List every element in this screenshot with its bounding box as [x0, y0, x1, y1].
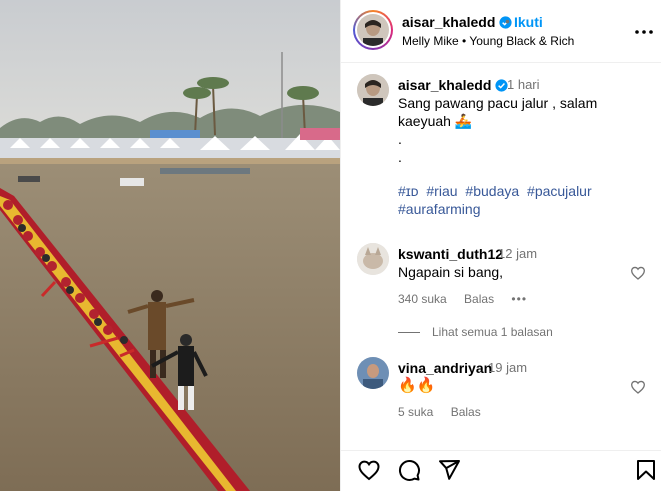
reply-divider-line: [398, 332, 420, 334]
comment-icon[interactable]: [397, 458, 421, 482]
comment-username[interactable]: vina_andriyan: [398, 360, 492, 376]
heart-icon[interactable]: [357, 458, 381, 482]
caption-username-text: aisar_khaledd: [398, 77, 492, 93]
comment-item: kswanti_duth12 12 jam Ngapain si bang, 3…: [341, 240, 661, 350]
author-avatar[interactable]: [353, 10, 393, 50]
comment-meta: 340 suka Balas •••: [398, 292, 541, 306]
view-replies-label: Lihat semua 1 balasan: [432, 325, 553, 339]
boat-race-image: [0, 0, 340, 491]
separator-dot: •: [505, 13, 510, 29]
post-header: aisar_khaledd • Ikuti Melly Mike • Young…: [341, 0, 661, 63]
caption-hashtags: #ɪᴅ #riau #budaya #pacujalur #aurafarmin…: [398, 182, 648, 218]
comment-timestamp[interactable]: 19 jam: [488, 360, 527, 375]
comment-text: 🔥🔥: [398, 377, 436, 394]
commenter-avatar[interactable]: [357, 243, 389, 275]
comments-scroll-area[interactable]: aisar_khaledd 1 hari Sang pawang pacu ja…: [341, 64, 661, 450]
commenter-avatar[interactable]: [357, 357, 389, 389]
avatar-cat-icon: [357, 243, 389, 275]
comment-reply-button[interactable]: Balas: [451, 405, 481, 419]
comment-like-count[interactable]: 5 suka: [398, 405, 433, 419]
hashtag-link[interactable]: #ɪᴅ: [398, 183, 419, 199]
comment-like-heart-icon[interactable]: [630, 379, 646, 395]
more-options-icon[interactable]: [634, 22, 654, 42]
avatar-portrait-icon: [357, 74, 389, 106]
comment-reply-button[interactable]: Balas: [464, 292, 494, 306]
avatar-photo-icon: [357, 357, 389, 389]
share-icon[interactable]: [437, 458, 461, 482]
hashtag-link[interactable]: #riau: [426, 183, 457, 199]
hashtag-link[interactable]: #aurafarming: [398, 201, 481, 217]
caption-timestamp[interactable]: 1 hari: [507, 77, 540, 92]
bookmark-icon[interactable]: [634, 458, 658, 482]
comment-username[interactable]: kswanti_duth12: [398, 246, 503, 262]
comment-more-icon[interactable]: •••: [511, 292, 527, 306]
author-username[interactable]: aisar_khaledd: [402, 14, 512, 30]
caption-username[interactable]: aisar_khaledd: [398, 77, 508, 93]
follow-button[interactable]: Ikuti: [514, 14, 543, 30]
view-replies-button[interactable]: Lihat semua 1 balasan: [398, 325, 553, 339]
comment-like-count[interactable]: 340 suka: [398, 292, 447, 306]
comment-text: Ngapain si bang,: [398, 264, 504, 280]
caption-text: Sang pawang pacu jalur , salam kaeyuah 🚣…: [398, 95, 598, 165]
caption-avatar[interactable]: [357, 74, 389, 106]
hashtag-link[interactable]: #budaya: [465, 183, 519, 199]
post-media[interactable]: [0, 0, 340, 491]
audio-track-link[interactable]: Melly Mike • Young Black & Rich: [402, 34, 574, 48]
comment-like-heart-icon[interactable]: [630, 265, 646, 281]
comment-timestamp[interactable]: 12 jam: [498, 246, 537, 261]
comment-item: vina_andriyan 19 jam 🔥🔥 5 suka Balas: [341, 354, 661, 434]
hashtag-link[interactable]: #pacujalur: [527, 183, 592, 199]
comment-meta: 5 suka Balas: [398, 405, 495, 419]
avatar-portrait-icon: [357, 14, 389, 46]
post-side-panel: aisar_khaledd • Ikuti Melly Mike • Young…: [340, 0, 661, 491]
post-action-bar: [341, 450, 661, 491]
author-username-text: aisar_khaledd: [402, 14, 496, 30]
